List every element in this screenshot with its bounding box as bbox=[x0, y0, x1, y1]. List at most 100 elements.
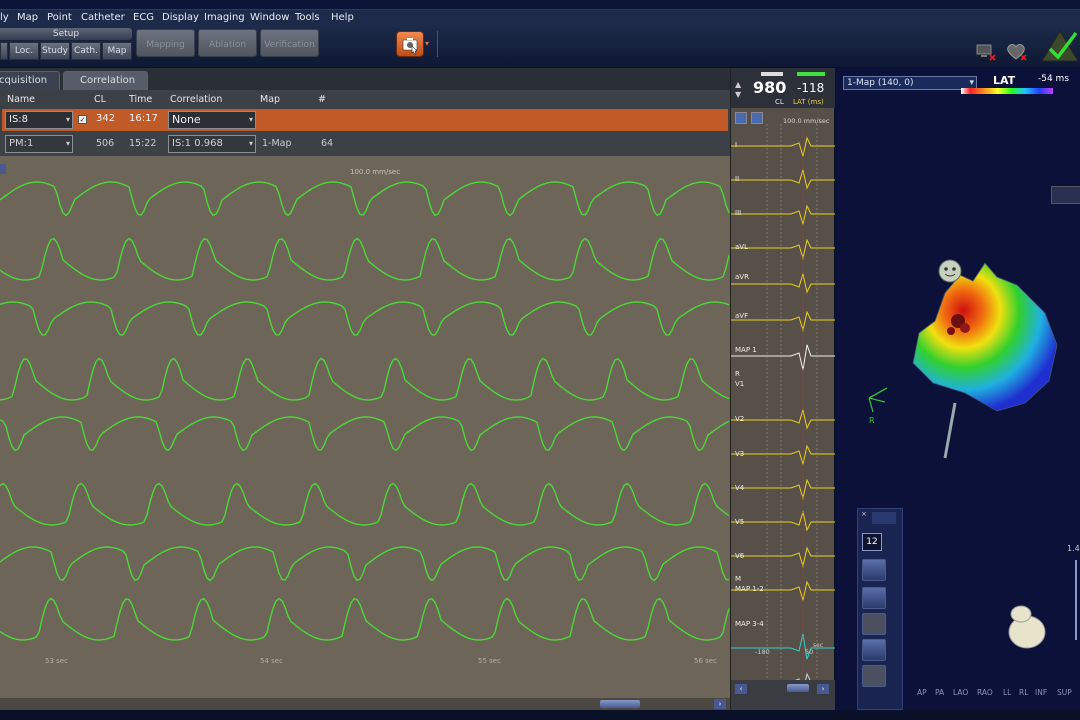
scroll-right-icon[interactable]: › bbox=[817, 684, 829, 694]
time-label: 55 sec bbox=[478, 657, 501, 665]
tab-acquisition[interactable]: cquisition bbox=[0, 71, 60, 90]
menu-window[interactable]: Window bbox=[250, 12, 289, 23]
map-select[interactable]: 1-Map (140, 0) bbox=[843, 76, 977, 90]
menu-tools[interactable]: Tools bbox=[295, 12, 320, 23]
col-header-name[interactable]: Name bbox=[7, 94, 35, 105]
close-icon[interactable]: × bbox=[861, 510, 867, 518]
mapping-button[interactable]: Mapping bbox=[136, 29, 195, 57]
setup-study-button[interactable]: Study bbox=[40, 42, 70, 60]
setup-map-button[interactable]: Map bbox=[102, 42, 132, 60]
map-table: Name CL Time Correlation Map # IS:8 ✓ 34… bbox=[0, 90, 730, 156]
cl-cell: 506 bbox=[96, 138, 115, 149]
time-label: 53 sec bbox=[45, 657, 68, 665]
map-grid-icon[interactable] bbox=[1051, 186, 1080, 204]
view-ap[interactable]: AP bbox=[917, 688, 927, 697]
view-pa[interactable]: PA bbox=[935, 688, 944, 697]
map-cell: 1-Map bbox=[262, 138, 292, 149]
scroll-left-icon[interactable]: ‹ bbox=[735, 684, 747, 694]
ablation-button[interactable]: Ablation bbox=[198, 29, 257, 57]
up-arrow-icon[interactable]: ▲ bbox=[735, 80, 741, 89]
ecg-trace bbox=[731, 136, 835, 158]
ecg-scroll-thumb[interactable] bbox=[787, 684, 809, 692]
lead-label-map34: MAP 3-4 bbox=[735, 620, 764, 628]
menu-ecg[interactable]: ECG bbox=[133, 12, 154, 23]
correlation-select[interactable]: None bbox=[168, 111, 256, 129]
waveform-trace bbox=[0, 237, 730, 281]
title-bar bbox=[0, 0, 1080, 9]
waveform-trace bbox=[0, 546, 730, 582]
lead-label-v3: V3 bbox=[735, 450, 745, 458]
zoom-ecg-icon[interactable] bbox=[735, 112, 747, 124]
table-row[interactable]: PM:1 506 15:22 IS:1 0.968 1-Map 64 bbox=[2, 134, 728, 154]
menu-catheter[interactable]: Catheter bbox=[81, 12, 125, 23]
view-sup[interactable]: SUP bbox=[1057, 688, 1072, 697]
view-rao[interactable]: RAO bbox=[977, 688, 993, 697]
horizontal-scrollbar[interactable]: › bbox=[0, 698, 730, 710]
menu-display-partial[interactable]: ly bbox=[0, 12, 9, 23]
view-lao[interactable]: LAO bbox=[953, 688, 968, 697]
verification-button[interactable]: Verification bbox=[260, 29, 319, 57]
settings-ecg-icon[interactable] bbox=[751, 112, 763, 124]
name-select[interactable]: PM:1 bbox=[5, 135, 73, 153]
snapshot-button[interactable] bbox=[396, 31, 424, 57]
ecg-traces bbox=[731, 124, 835, 684]
tool-count[interactable]: 12 bbox=[862, 533, 882, 551]
table-row-selected[interactable]: IS:8 ✓ 342 16:17 None bbox=[2, 109, 728, 131]
heart-status-icon bbox=[1007, 43, 1027, 61]
waveform-viewer[interactable]: 100.0 mm/sec 53 sec 54 sec 55 sec 56 sec… bbox=[0, 160, 730, 710]
mini-heart-icon bbox=[1008, 605, 1046, 649]
setup-button-partial[interactable] bbox=[0, 42, 8, 60]
col-header-count[interactable]: # bbox=[318, 94, 326, 105]
time-cell: 15:22 bbox=[129, 138, 157, 149]
menu-map[interactable]: Map bbox=[17, 12, 38, 23]
lat-ms-value: -54 ms bbox=[1038, 74, 1070, 84]
menu-help[interactable]: Help bbox=[331, 12, 354, 23]
ecg-scrollbar[interactable]: ‹ › bbox=[731, 680, 835, 710]
lead-label-v1: V1 bbox=[735, 380, 745, 388]
orientation-axes bbox=[868, 387, 888, 413]
scroll-thumb[interactable] bbox=[600, 700, 640, 708]
name-select[interactable]: IS:8 bbox=[5, 111, 73, 129]
axis-unit-label: sec bbox=[813, 642, 824, 649]
time-label: 56 sec bbox=[694, 657, 717, 665]
setup-cath-button[interactable]: Cath. bbox=[71, 42, 101, 60]
monitor-status-icon bbox=[976, 44, 996, 61]
heart-tool-icon[interactable] bbox=[872, 512, 896, 524]
down-arrow-icon[interactable]: ▼ bbox=[735, 90, 741, 99]
setup-label: Setup bbox=[0, 28, 132, 40]
view-ll[interactable]: LL bbox=[1003, 688, 1011, 697]
disabled-tool-button[interactable] bbox=[862, 613, 886, 635]
panel-collapse-icon[interactable] bbox=[0, 164, 6, 174]
heart-view-tool-button[interactable] bbox=[862, 639, 886, 661]
ecg-trace bbox=[731, 478, 835, 500]
ecg-trace bbox=[731, 546, 835, 568]
menu-display[interactable]: Display bbox=[162, 12, 199, 23]
lead-label-avf: aVF bbox=[735, 312, 749, 320]
col-header-time[interactable]: Time bbox=[129, 94, 152, 105]
waveform-trace bbox=[0, 597, 730, 641]
menu-imaging[interactable]: Imaging bbox=[204, 12, 245, 23]
tool-button[interactable] bbox=[862, 665, 886, 687]
pin-tool-button[interactable] bbox=[862, 587, 886, 609]
correlation-select[interactable]: IS:1 0.968 bbox=[168, 135, 256, 153]
col-header-cl[interactable]: CL bbox=[94, 94, 106, 105]
scroll-right-icon[interactable]: › bbox=[714, 699, 726, 709]
row-checkbox[interactable]: ✓ bbox=[78, 115, 87, 124]
col-header-correlation[interactable]: Correlation bbox=[170, 94, 222, 105]
lead-label-r: R bbox=[735, 370, 740, 378]
menu-point[interactable]: Point bbox=[47, 12, 72, 23]
grid-tool-button[interactable] bbox=[862, 559, 886, 581]
map-viewer[interactable]: 1-Map (140, 0) LAT -54 ms bbox=[835, 68, 1080, 710]
waveform-trace bbox=[0, 482, 730, 526]
heart-map-3d bbox=[912, 259, 1058, 459]
lead-label-iii: III bbox=[735, 209, 742, 217]
tab-correlation[interactable]: Correlation bbox=[63, 71, 148, 90]
ecg-trace bbox=[731, 408, 835, 430]
setup-loc-button[interactable]: Loc. bbox=[9, 42, 39, 60]
pointer-tool-button[interactable] bbox=[862, 689, 886, 710]
zoom-slider[interactable] bbox=[1075, 560, 1077, 640]
view-inf[interactable]: INF bbox=[1035, 688, 1047, 697]
col-header-map[interactable]: Map bbox=[260, 94, 280, 105]
snapshot-dropdown-icon[interactable]: ▾ bbox=[425, 39, 429, 48]
view-rl[interactable]: RL bbox=[1019, 688, 1028, 697]
